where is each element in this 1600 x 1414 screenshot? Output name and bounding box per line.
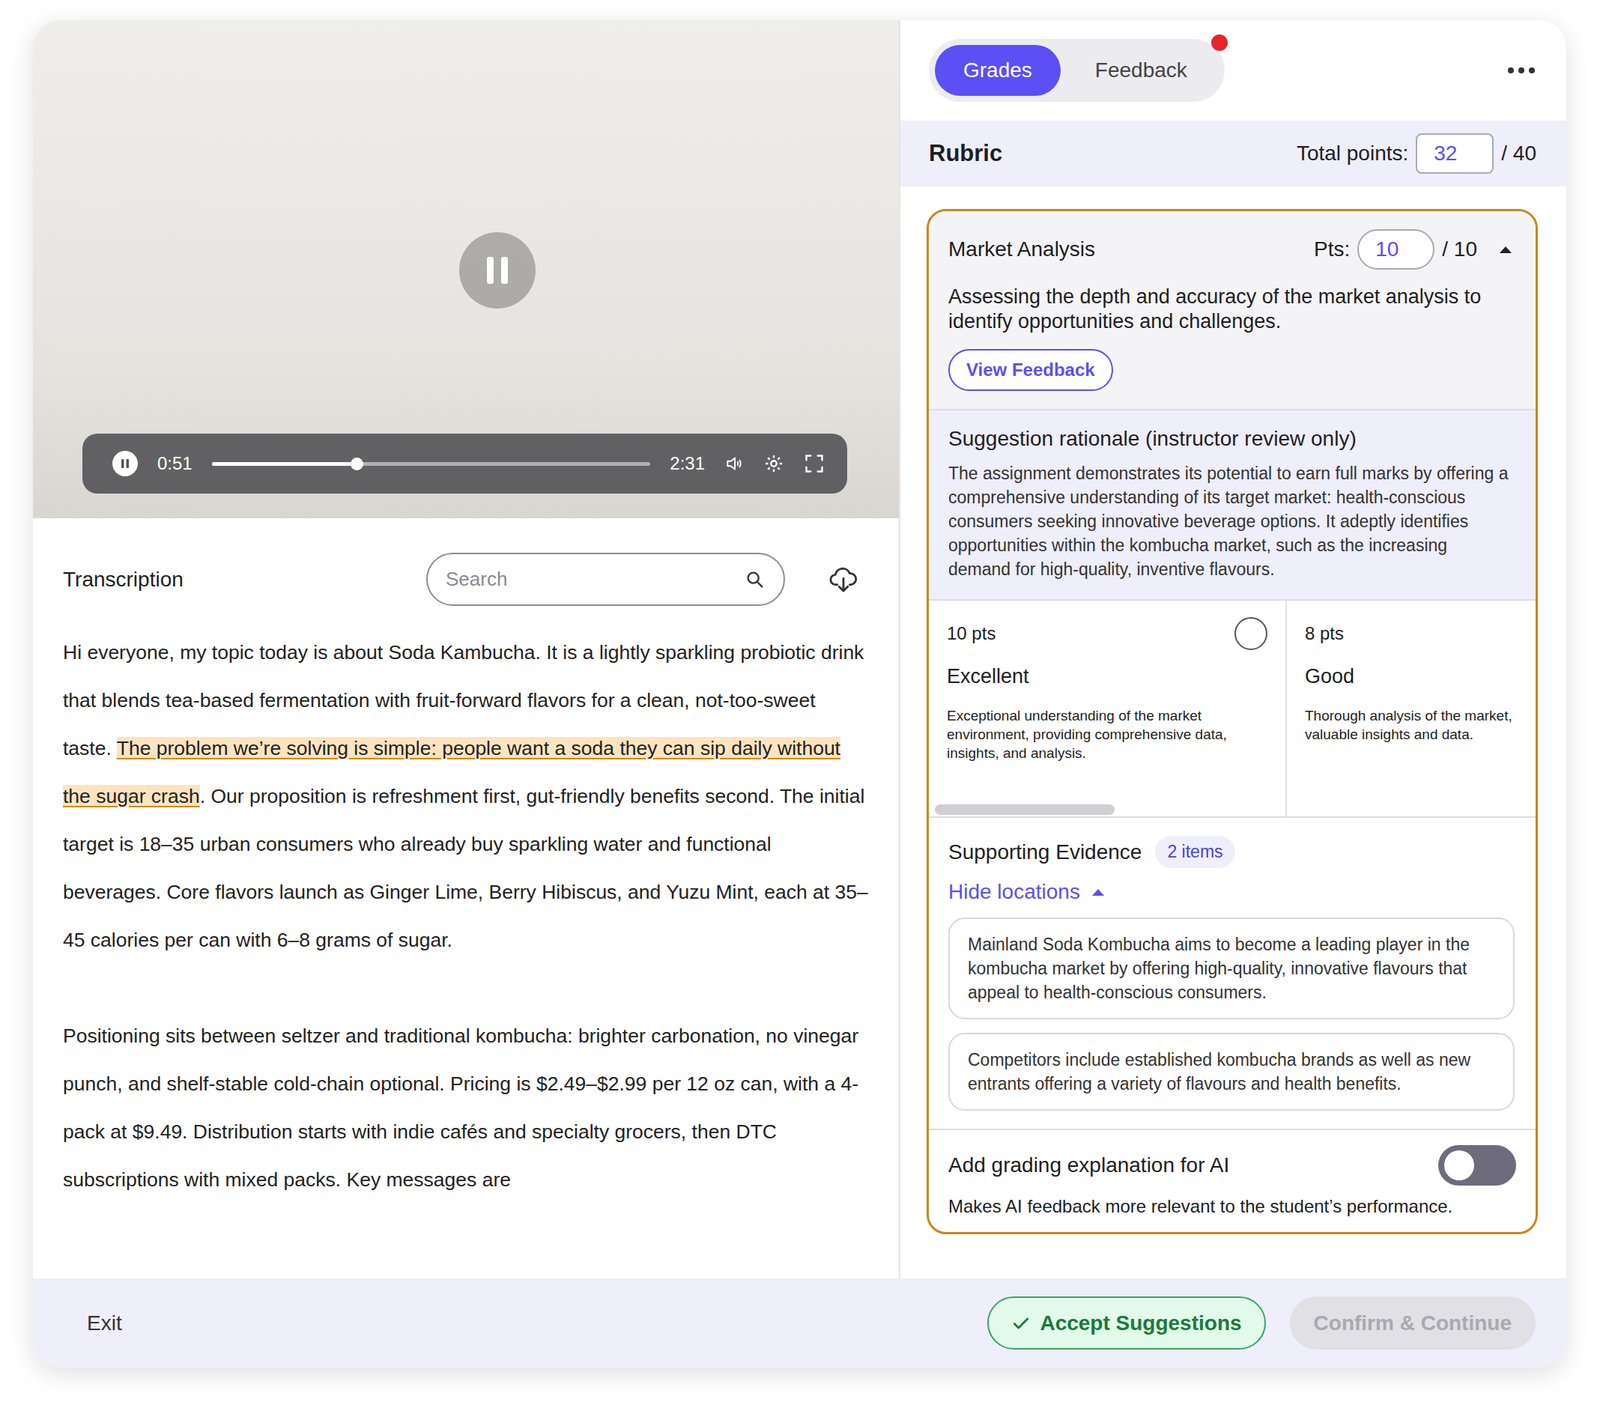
progress-slider[interactable]: [211, 462, 651, 466]
page: 0:51 2:31 Transcription Search Hi everyone, …: [0, 0, 1600, 1414]
rating-header: 8 pts: [1304, 617, 1536, 651]
pause-icon: [482, 253, 513, 287]
toggle-knob: [1444, 1150, 1475, 1181]
progress-thumb[interactable]: [350, 457, 364, 471]
rationale-text: The assignment demonstrates its potentia…: [948, 461, 1514, 582]
check-icon: [1011, 1313, 1031, 1334]
criterion-title-row: Market Analysis Pts: 10/ 10: [948, 229, 1514, 270]
transcription-header: Transcription Search: [32, 518, 899, 606]
rating-label: Good: [1304, 665, 1536, 689]
transcript-paragraph: Hi everyone, my topic today is about Sod…: [62, 628, 869, 965]
view-feedback-button[interactable]: View Feedback: [948, 349, 1114, 392]
tab[interactable]: Feedback: [1066, 44, 1216, 96]
rating-description: Exceptional understanding of the market …: [946, 706, 1268, 763]
accept-label: Accept Suggestions: [1039, 1311, 1242, 1336]
points-input[interactable]: 10: [1357, 229, 1435, 270]
evidence-item[interactable]: Mainland Soda Kombucha aims to become a …: [948, 917, 1515, 1020]
rubric-title: Rubric: [928, 140, 1003, 168]
ai-explanation: Add grading explanation for AI Makes AI f…: [928, 1128, 1536, 1233]
hide-locations-label: Hide locations: [948, 880, 1081, 905]
tab-bar: Grades Feedback: [928, 38, 1225, 102]
transcript-segment: . Our proposition is refreshment first, …: [62, 785, 869, 952]
collapse-caret-icon[interactable]: [1498, 244, 1514, 255]
rating-option[interactable]: 8 pts Good Thorough analysis of the market…: [1286, 600, 1536, 817]
progress-fill: [211, 462, 357, 466]
rating-scroller: 10 pts Excellent Exceptional understanding…: [928, 600, 1536, 817]
caret-icon: [1090, 886, 1106, 898]
center-pause-button[interactable]: [459, 232, 536, 309]
total-input[interactable]: 32: [1415, 133, 1494, 174]
scrollbar-thumb[interactable]: [934, 804, 1115, 815]
total-max: / 40: [1501, 141, 1537, 166]
notification-dot: [1211, 34, 1228, 51]
panel-header: Grades Feedback: [900, 20, 1567, 121]
footer-actions: Accept Suggestions Confirm & Continue: [987, 1296, 1536, 1350]
ai-explanation-label: Add grading explanation for AI: [948, 1153, 1230, 1178]
play-pause-button[interactable]: [112, 450, 138, 477]
grading-window: 0:51 2:31 Transcription Search Hi everyone, …: [32, 20, 1567, 1368]
video-controls: 0:51 2:31: [82, 433, 848, 494]
ai-explanation-toggle[interactable]: [1438, 1145, 1517, 1186]
evidence-title: Supporting Evidence: [948, 840, 1142, 865]
transcription-title: Transcription: [62, 567, 409, 592]
criterion-card: Market Analysis Pts: 10/ 10 Assessing the d…: [926, 208, 1538, 1235]
evidence-header: Supporting Evidence 2 items: [948, 835, 1515, 869]
search-icon: [744, 569, 766, 591]
current-time: 0:51: [157, 453, 193, 475]
rating-points: 8 pts: [1304, 623, 1344, 645]
evidence-item[interactable]: Competitors include established kombucha…: [948, 1032, 1515, 1111]
rating-label: Excellent: [946, 665, 1268, 689]
duration: 2:31: [669, 453, 705, 475]
total-points: Total points:32 / 40: [1296, 133, 1537, 174]
supporting-evidence: Supporting Evidence 2 items Hide locations…: [928, 816, 1536, 1129]
pause-icon: [119, 457, 132, 470]
volume-icon[interactable]: [724, 453, 744, 474]
download-icon[interactable]: [828, 564, 859, 595]
suggestion-rationale: Suggestion rationale (instructor review …: [928, 408, 1536, 600]
gear-icon[interactable]: [763, 453, 785, 475]
grading-panel: Grades Feedback Rubric Total points:32 / 4…: [900, 20, 1567, 1279]
accept-suggestions-button[interactable]: Accept Suggestions: [987, 1296, 1266, 1350]
video-player[interactable]: 0:51 2:31: [32, 20, 899, 519]
search-placeholder: Search: [445, 567, 508, 592]
transcript-segment: Positioning sits between seltzer and tra…: [62, 1024, 859, 1192]
rating-description: Thorough analysis of the market, valuabl…: [1304, 706, 1536, 744]
rating-header: 10 pts: [946, 617, 1268, 651]
more-icon[interactable]: [1506, 65, 1537, 75]
hide-locations-link[interactable]: Hide locations: [948, 880, 1515, 905]
ai-explanation-hint: Makes AI feedback more relevant to the s…: [948, 1196, 1517, 1218]
ai-explanation-row: Add grading explanation for AI: [948, 1145, 1517, 1186]
total-label: Total points:: [1296, 141, 1409, 166]
footer-bar: Exit Accept Suggestions Confirm & Continue: [32, 1278, 1567, 1368]
submission-panel: 0:51 2:31 Transcription Search Hi everyone, …: [32, 20, 901, 1279]
criterion-wrapper: Market Analysis Pts: 10/ 10 Assessing the d…: [900, 186, 1567, 1235]
main-area: 0:51 2:31 Transcription Search Hi everyone, …: [32, 20, 1567, 1279]
fullscreen-icon[interactable]: [803, 453, 825, 475]
rating-radio[interactable]: [1234, 617, 1268, 651]
criterion-description: Assessing the depth and accuracy of the …: [948, 284, 1514, 335]
rationale-title: Suggestion rationale (instructor review …: [948, 426, 1514, 451]
rubric-bar: Rubric Total points:32 / 40: [900, 120, 1567, 187]
transcript-paragraph: Positioning sits between seltzer and tra…: [62, 1011, 869, 1204]
rating-option[interactable]: 10 pts Excellent Exceptional understanding…: [928, 600, 1287, 817]
tab[interactable]: Grades: [934, 44, 1061, 96]
evidence-count-badge: 2 items: [1155, 835, 1235, 869]
exit-button[interactable]: Exit: [86, 1311, 123, 1336]
transcript: Hi everyone, my topic today is about Sod…: [32, 605, 899, 1279]
search-field[interactable]: Search: [426, 552, 786, 606]
points-max: / 10: [1441, 237, 1478, 262]
points-label: Pts:: [1313, 237, 1350, 262]
criterion-title: Market Analysis: [948, 237, 1096, 262]
confirm-continue-button[interactable]: Confirm & Continue: [1289, 1296, 1536, 1350]
criterion-header: Market Analysis Pts: 10/ 10 Assessing the d…: [928, 211, 1536, 409]
rating-points: 10 pts: [946, 623, 996, 645]
criterion-points: Pts: 10/ 10: [1313, 229, 1514, 270]
rating-levels: 10 pts Excellent Exceptional understanding…: [928, 599, 1536, 817]
